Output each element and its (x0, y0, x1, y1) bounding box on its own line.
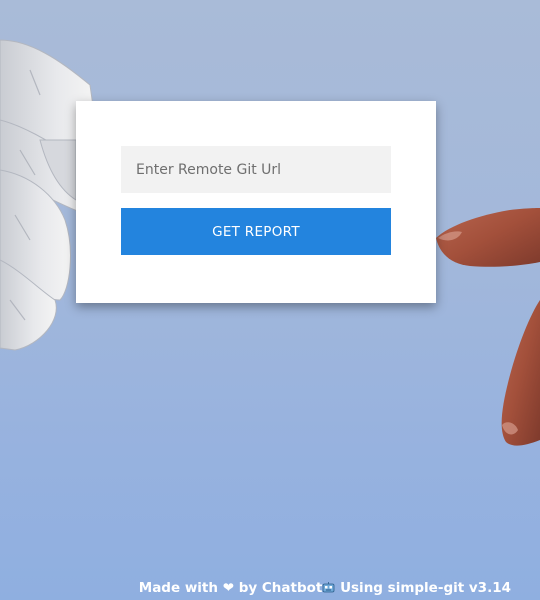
get-report-button[interactable]: GET REPORT (121, 208, 391, 255)
human-hand (436, 208, 540, 446)
report-form-card: GET REPORT (76, 101, 436, 303)
footer-by-chatbot: by Chatbot (238, 580, 323, 596)
heart-icon: ❤ (222, 580, 235, 596)
footer-using-simple-git: Using simple-git v3.14 (340, 580, 511, 596)
git-url-input[interactable] (121, 146, 391, 193)
robot-icon (322, 582, 335, 593)
footer: Made with ❤ by Chatbot Using simple-git … (0, 580, 511, 596)
footer-made-with: Made with (138, 580, 218, 596)
